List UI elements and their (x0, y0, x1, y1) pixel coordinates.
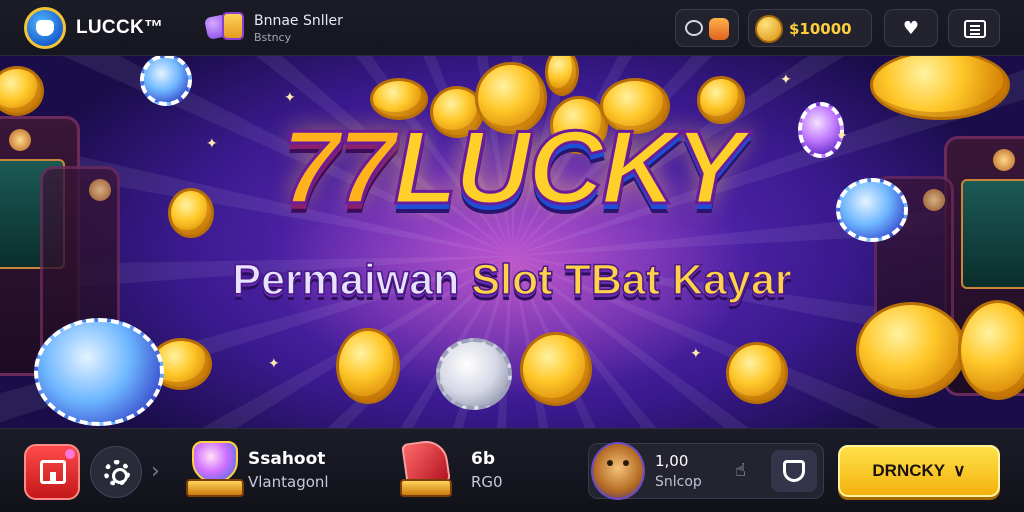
home-button[interactable] (24, 444, 80, 500)
player-action-button[interactable] (771, 450, 817, 492)
menu-icon (964, 20, 986, 38)
chevron-down-icon: ∨ (953, 461, 966, 480)
gold-coin (336, 328, 400, 404)
favorite-button[interactable]: ♥ (884, 9, 938, 47)
cta-label: DRNCKY (872, 461, 946, 480)
balance-button[interactable]: $10000 (748, 9, 872, 47)
sparkle: ✦ (780, 72, 792, 88)
gold-coin (520, 332, 592, 406)
heart-icon: ♥ (902, 18, 920, 39)
bag-icon (709, 18, 729, 40)
settings-button[interactable] (90, 446, 142, 498)
chat-button[interactable] (675, 9, 739, 47)
player-card[interactable]: 1,00 Snlcop ☝ (588, 442, 824, 500)
primary-cta-button[interactable]: DRNCKY ∨ (838, 445, 1000, 497)
brand-name[interactable]: LUCCK™ (76, 17, 163, 39)
game1-subtitle: Vlantagonl (248, 473, 329, 491)
title-word: LUCKY (392, 109, 745, 228)
red-gem-icon[interactable] (398, 438, 456, 501)
poker-chip (34, 318, 164, 426)
game2-subtitle: RG0 (471, 473, 503, 491)
promo-title[interactable]: Bnnae Snller (254, 13, 343, 29)
top-bar: LUCCK™ Bnnae Snller Bstncy $10000 ♥ (0, 0, 1024, 56)
subtitle-part-2: Slot TBat Kayar (471, 255, 793, 305)
avatar-icon[interactable] (591, 442, 645, 500)
gold-coin (856, 302, 966, 398)
gold-coin (726, 342, 788, 404)
mascot-logo-icon[interactable] (24, 7, 66, 49)
game-title: 77LUCKY (0, 108, 1024, 228)
poker-chip (140, 56, 192, 106)
game1-title[interactable]: Ssahoot (248, 449, 325, 469)
menu-button[interactable] (948, 9, 1000, 47)
hand-pointer-icon: ☝ (735, 460, 746, 481)
gift-icon[interactable] (203, 12, 246, 48)
hero-banner[interactable]: ✦ ✦ ✦ ✦ ✦ ✦ 77LUCKY Permaiwan Slot TBat … (0, 56, 1024, 428)
coin-icon (755, 15, 783, 43)
notification-dot (65, 449, 75, 459)
sparkle: ✦ (268, 356, 280, 372)
chat-icon (685, 20, 703, 36)
chevron-right-icon[interactable]: › (151, 459, 160, 484)
promo-subtitle: Bstncy (254, 31, 292, 44)
poker-chip (436, 338, 512, 410)
player-amount: 1,00 (655, 452, 689, 470)
title-number: 77 (281, 109, 398, 228)
sparkle: ✦ (690, 346, 702, 362)
bottom-bar: › Ssahoot Vlantagonl 6b RG0 1,00 Snlcop … (0, 428, 1024, 512)
gear-icon (104, 460, 130, 486)
player-subtitle: Snlcop (655, 474, 702, 490)
subtitle-part-1: Permaiwan (232, 255, 461, 305)
sparkle: ✦ (284, 90, 296, 106)
balance-amount: $10000 (789, 20, 852, 38)
home-icon (40, 460, 66, 484)
shield-icon (783, 460, 805, 482)
gem-icon[interactable] (186, 441, 244, 501)
game2-title[interactable]: 6b (471, 449, 495, 469)
game-subtitle: Permaiwan Slot TBat Kayar (0, 255, 1024, 305)
